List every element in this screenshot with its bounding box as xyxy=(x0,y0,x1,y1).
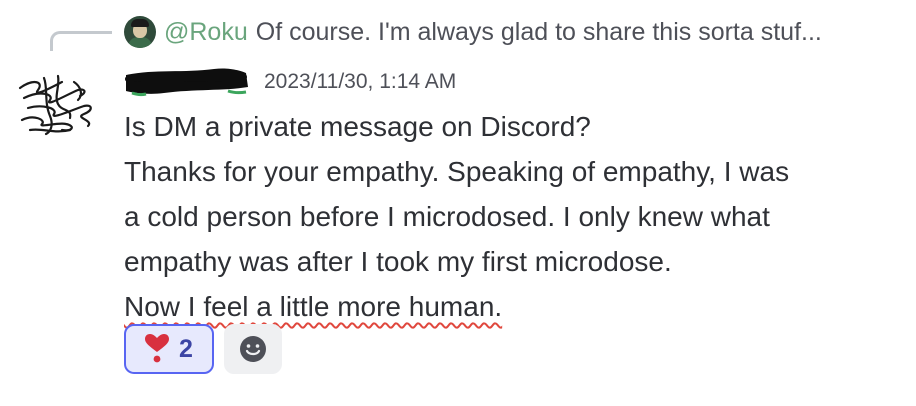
message-line: Thanks for your empathy. Speaking of emp… xyxy=(124,156,790,187)
add-reaction-button[interactable] xyxy=(224,324,282,374)
heart-exclamation-icon xyxy=(145,334,170,363)
reply-preview-text[interactable]: Of course. I'm always glad to share this… xyxy=(256,18,822,47)
reaction-heart[interactable]: 2 xyxy=(124,324,214,374)
redaction-scribble xyxy=(125,68,248,97)
message-line: Now I feel a little more human. xyxy=(124,284,884,329)
reactions-bar: 2 xyxy=(124,324,282,374)
message-timestamp: 2023/11/30, 1:14 AM xyxy=(264,70,457,93)
message-header: 2023/11/30, 1:14 AM xyxy=(124,62,456,102)
reply-author-name[interactable]: @Roku xyxy=(164,18,248,47)
smiley-icon xyxy=(240,336,266,362)
spellcheck-underlined-text: Now I feel a little more human. xyxy=(124,291,503,322)
message-line: empathy was after I took my first microd… xyxy=(124,246,672,277)
reply-author-avatar[interactable] xyxy=(124,16,156,48)
reply-reference[interactable]: @Roku Of course. I'm always glad to shar… xyxy=(124,15,822,49)
reply-connector xyxy=(50,31,112,51)
message-line: a cold person before I microdosed. I onl… xyxy=(124,201,770,232)
reaction-count: 2 xyxy=(179,334,193,363)
user-avatar[interactable] xyxy=(14,68,102,140)
username[interactable] xyxy=(124,65,252,99)
message-line: Is DM a private message on Discord? xyxy=(124,111,591,142)
message-content: Is DM a private message on Discord? Than… xyxy=(124,104,884,329)
chat-message: @Roku Of course. I'm always glad to shar… xyxy=(0,0,916,406)
